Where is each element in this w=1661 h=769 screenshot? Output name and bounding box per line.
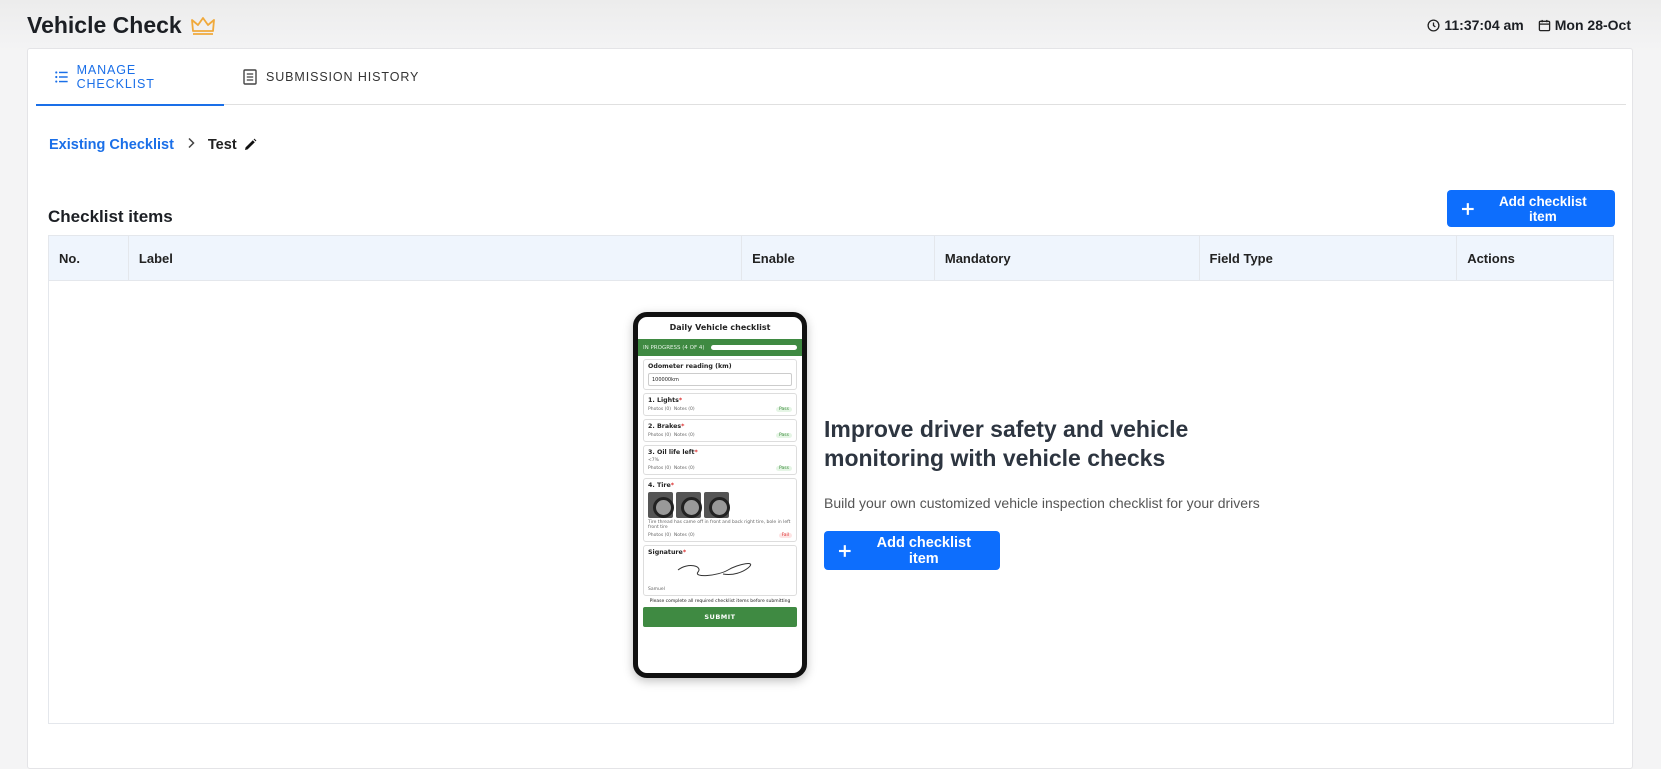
tab-label: MANAGE CHECKLIST [76,63,155,91]
phone-progress: IN PROGRESS (4 OF 4) [638,339,802,356]
phone-odometer-input: 100000km [648,373,792,386]
phone-tire-photos [648,492,792,518]
empty-state-title: Improve driver safety and vehicle monito… [824,416,1189,471]
phone-progress-bar [710,345,797,350]
phone-photos-label: Photos (0) [648,433,671,438]
tire-photo [676,492,702,518]
phone-item-lights: 1. Lights* Photos (0) Notes (0) Pass [643,393,797,416]
phone-signature: Signature* Samuel [643,545,797,596]
phone-progress-text: IN PROGRESS (4 OF 4) [643,344,705,351]
signature-scribble [677,563,751,577]
phone-item-label: 3. Oil life left [648,449,695,456]
tab-bar: MANAGE CHECKLIST SUBMISSION HISTORY [36,49,1626,106]
date-display: Mon 28-Oct [1538,17,1631,33]
tire-photo [648,492,674,518]
phone-odometer: Odometer reading (km) 100000km [643,359,797,390]
phone-photos-label: Photos (0) [648,533,671,538]
phone-item-label: 2. Brakes [648,423,682,430]
pass-badge: Pass [776,407,792,412]
clock-display: 11:37:04 am [1427,17,1524,33]
phone-signer: Samuel [648,587,665,592]
main-card: MANAGE CHECKLIST SUBMISSION HISTORY Exis… [27,48,1633,769]
calendar-icon [1538,19,1551,31]
time-text: 11:37:04 am [1444,17,1524,33]
crown-icon [190,16,215,35]
phone-odometer-label: Odometer reading (km) [648,363,732,370]
phone-item-label: 1. Lights [648,397,679,404]
empty-state: Daily Vehicle checklist IN PROGRESS (4 O… [49,281,1613,723]
phone-mockup-illustration: Daily Vehicle checklist IN PROGRESS (4 O… [633,312,807,678]
phone-title: Daily Vehicle checklist [669,323,771,332]
phone-signature-label: Signature [648,549,683,556]
clock-icon [1427,18,1440,32]
phone-item-oil: 3. Oil life left* <7% Photos (0) Notes (… [643,445,797,475]
fail-badge: Fail [778,533,792,538]
column-header-no: No. [49,236,129,281]
phone-photos-label: Photos (0) [648,407,671,412]
tab-label: SUBMISSION HISTORY [266,70,420,84]
column-header-enable: Enable [742,236,935,281]
phone-notes-label: Notes (0) [673,433,695,438]
phone-item-label: 4. Tire [648,482,671,489]
button-label: Add checklist item [876,534,971,567]
column-header-field-type: Field Type [1200,236,1458,281]
top-bar: Vehicle Check 11:37:04 am Mon 28-Oct [0,0,1661,52]
table-header: No. Label Enable Mandatory Field Type Ac… [49,236,1613,281]
tab-submission-history[interactable]: SUBMISSION HISTORY [224,49,437,105]
app-title-text: Vehicle Check [27,12,182,38]
plus-icon [1461,202,1474,215]
phone-notes-label: Notes (0) [673,533,695,538]
phone-footer-note: Please complete all required checklist i… [649,599,791,604]
breadcrumb-existing-checklist[interactable]: Existing Checklist [49,137,174,153]
phone-notes-label: Notes (0) [673,466,695,471]
phone-oil-value: <7% [648,458,659,463]
chevron-right-icon [186,137,196,153]
pass-badge: Pass [776,433,792,438]
app-title: Vehicle Check [27,12,216,39]
breadcrumb-current: Test [208,137,257,153]
column-header-label: Label [129,236,743,281]
pencil-icon[interactable] [243,138,257,152]
empty-state-hero: Improve driver safety and vehicle monito… [824,415,1304,570]
phone-photos-label: Photos (0) [648,466,671,471]
checklist-name: Test [207,137,237,153]
column-header-actions: Actions [1467,251,1515,266]
phone-item-tire: 4. Tire* Tire thread has came off in fro… [643,478,797,542]
date-text: Mon 28-Oct [1554,17,1631,33]
phone-item-brakes: 2. Brakes* Photos (0) Notes (0) Pass [643,419,797,442]
breadcrumb: Existing Checklist Test [49,137,257,153]
tab-manage-checklist[interactable]: MANAGE CHECKLIST [36,49,224,106]
document-icon [243,69,257,85]
datetime: 11:37:04 am Mon 28-Oct [1427,17,1631,33]
tire-photo [704,492,730,518]
section-title: Checklist items [48,207,173,226]
column-header-mandatory: Mandatory [935,236,1200,281]
pass-badge: Pass [776,466,792,471]
empty-state-subtitle: Build your own customized vehicle inspec… [824,495,1260,511]
plus-icon [838,544,851,557]
add-checklist-item-button[interactable]: Add checklist item [1447,190,1615,227]
phone-submit-button: SUBMIT [643,607,797,627]
phone-body: Odometer reading (km) 100000km 1. Lights… [638,356,802,630]
empty-state-add-button[interactable]: Add checklist item [824,531,1000,570]
checklist-table: No. Label Enable Mandatory Field Type Ac… [48,235,1614,724]
phone-tire-note: Tire thread has came off in front and ba… [648,520,791,530]
button-label: Add checklist item [1498,193,1587,224]
list-icon [55,71,68,83]
phone-notes-label: Notes (0) [673,407,695,412]
